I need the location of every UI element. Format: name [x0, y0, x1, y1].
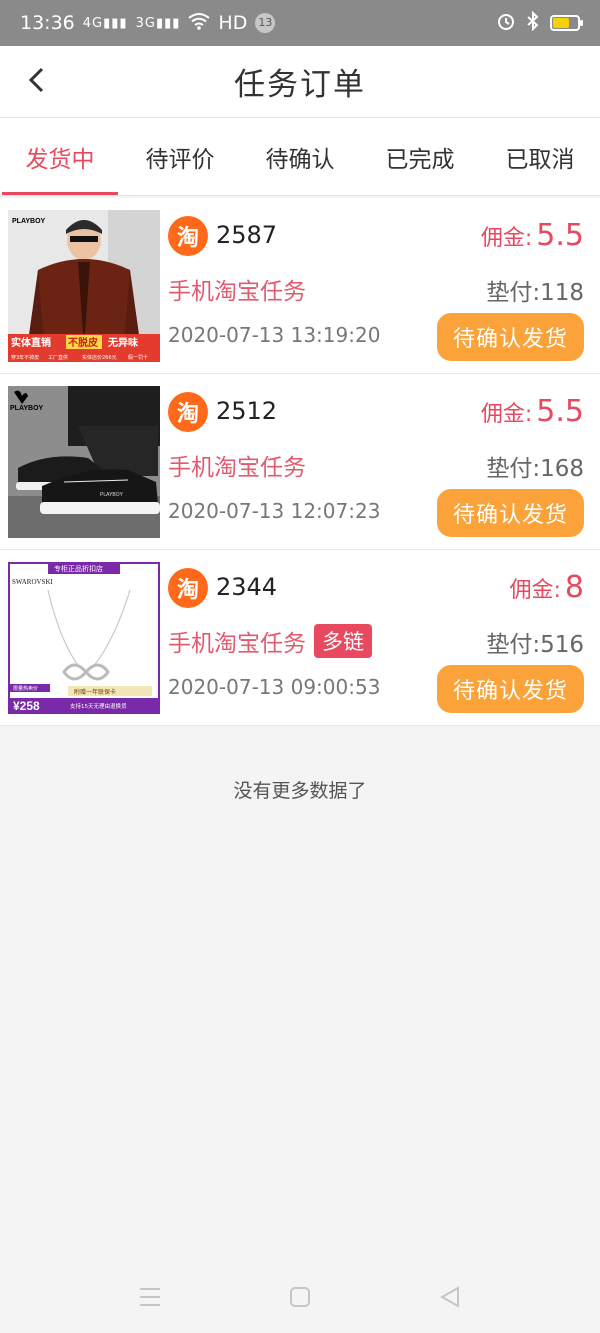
system-nav-bar [0, 1260, 600, 1333]
battery-icon [550, 15, 583, 31]
task-type-label: 手机淘宝任务 [168, 455, 306, 481]
svg-text:PLAYBOY: PLAYBOY [10, 405, 44, 412]
hd-indicator: HD [218, 12, 248, 34]
signal-icon: 4G▮▮▮ [82, 15, 128, 31]
order-item[interactable]: PLAYBOY 实体直销 不脱皮 无异味 穿3年不掉皮 工厂直供 实体店价266… [0, 198, 600, 374]
nav-bar: 任务订单 [0, 46, 600, 118]
task-type: 手机淘宝任务 多链 [168, 624, 372, 658]
advance-amount: 垫付:118 [486, 280, 584, 306]
order-id: 2587 [216, 221, 278, 249]
advance-amount: 垫付:168 [486, 456, 584, 482]
task-type-label: 手机淘宝任务 [168, 279, 306, 305]
tab-shipping[interactable]: 发货中 [0, 118, 120, 195]
back-icon[interactable] [430, 1277, 470, 1317]
svg-text:不脱皮: 不脱皮 [68, 336, 98, 349]
task-type: 手机淘宝任务 [168, 448, 306, 482]
leather-jacket-product-image[interactable]: PLAYBOY 实体直销 不脱皮 无异味 穿3年不掉皮 工厂直供 实体店价266… [8, 210, 160, 362]
status-time: 13:36 [20, 12, 75, 34]
commission-label: 佣金: [509, 578, 561, 603]
order-list: PLAYBOY 实体直销 不脱皮 无异味 穿3年不掉皮 工厂直供 实体店价266… [0, 198, 600, 726]
page-title: 任务订单 [234, 67, 366, 103]
no-more-data-text: 没有更多数据了 [233, 780, 367, 802]
tab-bar: 发货中 待评价 待确认 已完成 已取消 [0, 118, 600, 196]
menu-icon[interactable] [130, 1277, 170, 1317]
order-id: 2344 [216, 573, 278, 601]
task-type: 手机淘宝任务 [168, 272, 306, 306]
commission-value: 8 [564, 570, 584, 605]
status-bar: 13:36 4G▮▮▮ 3G▮▮▮ HD 13 [0, 0, 600, 46]
svg-text:穿3年不掉皮: 穿3年不掉皮 [11, 354, 39, 361]
confirm-shipping-button[interactable]: 待确认发货 [436, 313, 584, 361]
taobao-icon: 淘 [168, 392, 208, 432]
alarm-icon [496, 11, 516, 36]
svg-text:限量热卖价: 限量热卖价 [13, 685, 38, 692]
order-item[interactable]: 专柜正品折扣店 SWAROVSKI 附赠一年联保卡 限量热卖价 ¥258 支持1… [0, 550, 600, 726]
necklace-product-image[interactable]: 专柜正品折扣店 SWAROVSKI 附赠一年联保卡 限量热卖价 ¥258 支持1… [8, 562, 160, 714]
commission-label: 佣金: [480, 226, 533, 251]
notification-badge: 13 [255, 13, 276, 33]
confirm-shipping-button[interactable]: 待确认发货 [436, 489, 584, 537]
svg-text:专柜正品折扣店: 专柜正品折扣店 [54, 564, 103, 573]
svg-text:PLAYBOY: PLAYBOY [100, 492, 124, 498]
svg-text:支持15天无理由退换货: 支持15天无理由退换货 [70, 702, 127, 710]
order-time: 2020-07-13 12:07:23 [168, 499, 381, 523]
home-icon[interactable] [280, 1277, 320, 1317]
order-id: 2512 [216, 397, 278, 425]
commission-value: 5.5 [536, 394, 584, 429]
commission-value: 5.5 [536, 218, 584, 253]
order-item[interactable]: PLAYBOY PLAYBOY 淘 2512 佣金: 5.5 手机淘宝任务 垫付… [0, 374, 600, 550]
svg-text:实体店价266元: 实体店价266元 [82, 354, 117, 361]
wifi-icon [188, 12, 211, 35]
tab-cancelled[interactable]: 已取消 [480, 118, 600, 195]
svg-text:工厂直供: 工厂直供 [48, 354, 68, 361]
sneaker-product-image[interactable]: PLAYBOY PLAYBOY [8, 386, 160, 538]
commission: 佣金: 5.5 [481, 218, 584, 253]
svg-text:假一罚十: 假一罚十 [128, 354, 148, 361]
confirm-shipping-button[interactable]: 待确认发货 [436, 665, 584, 713]
commission: 佣金: 5.5 [481, 394, 584, 429]
task-type-label: 手机淘宝任务 [168, 631, 306, 657]
advance-amount: 垫付:516 [486, 632, 584, 658]
taobao-icon: 淘 [168, 568, 208, 608]
order-time: 2020-07-13 09:00:53 [168, 675, 381, 699]
signal-icon-2: 3G▮▮▮ [135, 15, 181, 31]
commission-label: 佣金: [480, 402, 533, 427]
commission: 佣金: 8 [509, 570, 584, 605]
bluetooth-icon [526, 10, 540, 36]
svg-text:无异味: 无异味 [107, 336, 138, 349]
taobao-icon: 淘 [168, 216, 208, 256]
back-button[interactable] [14, 58, 58, 102]
svg-text:附赠一年联保卡: 附赠一年联保卡 [74, 688, 116, 696]
svg-text:PLAYBOY: PLAYBOY [12, 218, 46, 225]
tab-pending-review[interactable]: 待评价 [120, 118, 240, 195]
tab-completed[interactable]: 已完成 [360, 118, 480, 195]
svg-text:¥258: ¥258 [13, 699, 40, 713]
tab-pending-confirm[interactable]: 待确认 [240, 118, 360, 195]
order-time: 2020-07-13 13:19:20 [168, 323, 381, 347]
svg-text:SWAROVSKI: SWAROVSKI [12, 578, 54, 586]
multi-link-tag: 多链 [314, 624, 372, 658]
chevron-left-icon [28, 67, 44, 93]
svg-text:实体直销: 实体直销 [11, 336, 51, 349]
